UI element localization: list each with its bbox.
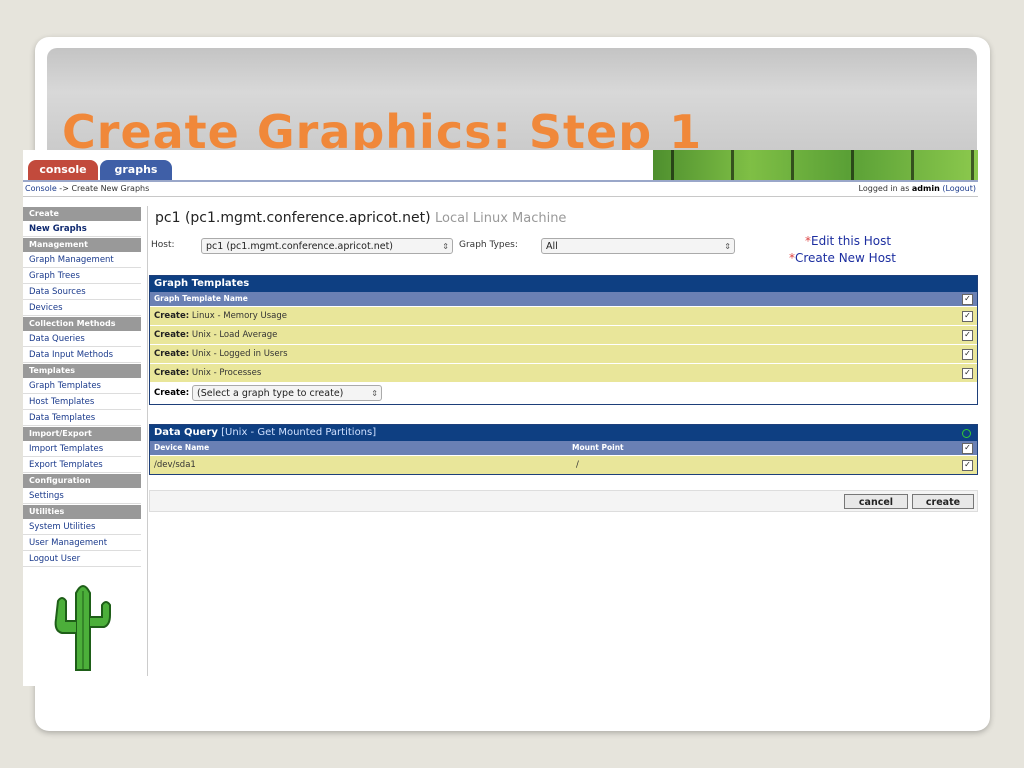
sidebar-section-header: Create [23, 207, 141, 221]
select-arrows-icon: ⇕ [442, 242, 449, 251]
breadcrumb-current: -> Create New Graphs [56, 184, 150, 193]
host-heading: pc1 (pc1.mgmt.conference.apricot.net) Lo… [155, 210, 566, 226]
graph-types-value: All [546, 241, 558, 252]
create-prefix: Create: [154, 311, 190, 321]
sidebar-item[interactable]: Settings [23, 489, 141, 504]
sidebar-item[interactable]: Export Templates [23, 458, 141, 473]
graph-template-name: Linux - Memory Usage [189, 311, 288, 321]
logout-link[interactable]: (Logout) [942, 184, 976, 193]
create-prefix: Create: [154, 368, 190, 378]
data-query-rows: /dev/sda1 / ✓ [150, 455, 977, 474]
cacti-screenshot: console graphs Console -> Create New Gra… [23, 150, 978, 686]
graph-template-row[interactable]: Create: Unix - Logged in Users ✓ [150, 344, 977, 363]
login-status: Logged in as admin (Logout) [859, 182, 976, 196]
sidebar-divider [147, 206, 148, 676]
tab-console[interactable]: console [28, 160, 98, 180]
host-links: *Edit this Host *Create New Host [789, 233, 896, 267]
breadcrumb: Console -> Create New Graphs [25, 182, 149, 196]
select-arrows-icon: ⇕ [724, 242, 731, 251]
device-column-header: Device Name [154, 443, 210, 452]
host-name: pc1 (pc1.mgmt.conference.apricot.net) [155, 210, 431, 226]
graph-template-name: Unix - Load Average [189, 330, 278, 340]
data-query-panel: Data Query [Unix - Get Mounted Partition… [149, 424, 978, 475]
sidebar-item[interactable]: User Management [23, 536, 141, 551]
sidebar-item[interactable]: Data Templates [23, 411, 141, 426]
graph-template-row[interactable]: Create: Unix - Load Average ✓ [150, 325, 977, 344]
graph-types-select[interactable]: All ⇕ [541, 238, 735, 254]
sidebar-item[interactable]: Data Input Methods [23, 348, 141, 363]
sidebar-item[interactable]: Logout User [23, 552, 141, 567]
select-all-checkbox[interactable]: ✓ [962, 294, 973, 305]
create-label: Create: [154, 388, 190, 398]
slide-title: Create Graphics: Step 1 [62, 105, 703, 152]
create-host-link[interactable]: Create New Host [795, 251, 896, 265]
host-select[interactable]: pc1 (pc1.mgmt.conference.apricot.net) ⇕ [201, 238, 453, 254]
sidebar-item[interactable]: Data Sources [23, 285, 141, 300]
data-query-title: Data Query [154, 427, 218, 438]
row-checkbox[interactable]: ✓ [962, 330, 973, 341]
sidebar-section-header: Templates [23, 364, 141, 378]
sidebar-item[interactable]: Host Templates [23, 395, 141, 410]
navigation-bar: Console -> Create New Graphs Logged in a… [23, 180, 978, 197]
graph-type-select-value: (Select a graph type to create) [197, 388, 344, 399]
host-label: Host: [151, 240, 175, 250]
sidebar-section-header: Collection Methods [23, 317, 141, 331]
sidebar-item[interactable]: Graph Templates [23, 379, 141, 394]
row-checkbox[interactable]: ✓ [962, 349, 973, 360]
sidebar-section-header: Configuration [23, 474, 141, 488]
edit-host-link[interactable]: Edit this Host [811, 234, 891, 248]
row-checkbox[interactable]: ✓ [962, 460, 973, 471]
row-checkbox[interactable]: ✓ [962, 311, 973, 322]
sidebar-item[interactable]: Graph Trees [23, 269, 141, 284]
graph-types-label: Graph Types: [459, 240, 518, 250]
sidebar-section-header: Utilities [23, 505, 141, 519]
cacti-header: console graphs [23, 150, 978, 180]
cactus-logo-icon [54, 585, 111, 671]
action-bar: cancel create [149, 490, 978, 512]
graph-template-rows: Create: Linux - Memory Usage ✓ Create: Uni… [150, 306, 977, 382]
host-description: Local Linux Machine [435, 211, 567, 226]
create-button[interactable]: create [912, 494, 974, 509]
sidebar-item[interactable]: Import Templates [23, 442, 141, 457]
sidebar-item[interactable]: New Graphs [23, 222, 141, 237]
graph-templates-title: Graph Templates [150, 276, 977, 292]
create-prefix: Create: [154, 330, 190, 340]
sidebar-item[interactable]: Graph Management [23, 253, 141, 268]
graph-templates-panel: Graph Templates Graph Template Name ✓ Cre… [149, 275, 978, 405]
cancel-button[interactable]: cancel [844, 494, 908, 509]
sidebar-item[interactable]: Devices [23, 301, 141, 316]
sidebar-section-header: Import/Export [23, 427, 141, 441]
host-select-value: pc1 (pc1.mgmt.conference.apricot.net) [206, 241, 393, 252]
cactus-banner-image [653, 150, 978, 180]
graph-template-name: Unix - Logged in Users [189, 349, 288, 359]
create-prefix: Create: [154, 349, 190, 359]
status-dot-icon [962, 429, 971, 438]
sidebar-item[interactable]: System Utilities [23, 520, 141, 535]
mount-column-header: Mount Point [572, 443, 624, 452]
select-arrows-icon: ⇕ [371, 389, 378, 398]
data-query-row[interactable]: /dev/sda1 / ✓ [150, 455, 977, 474]
data-query-header: Data Query [Unix - Get Mounted Partition… [150, 425, 977, 441]
graph-template-column-header: Graph Template Name ✓ [150, 292, 977, 306]
sidebar-section-header: Management [23, 238, 141, 252]
sidebar-item[interactable]: Data Queries [23, 332, 141, 347]
breadcrumb-console-link[interactable]: Console [25, 184, 57, 193]
graph-template-name: Unix - Processes [189, 368, 262, 378]
graph-type-select[interactable]: (Select a graph type to create) ⇕ [192, 385, 382, 401]
create-graph-row: Create: (Select a graph type to create) ⇕ [150, 382, 977, 404]
graph-template-row[interactable]: Create: Linux - Memory Usage ✓ [150, 306, 977, 325]
data-query-subtitle: [Unix - Get Mounted Partitions] [217, 427, 377, 438]
tab-graphs[interactable]: graphs [100, 160, 172, 180]
mount-point-cell: / [576, 460, 579, 470]
column-header-label: Graph Template Name [154, 294, 248, 303]
data-query-column-header: Device Name Mount Point ✓ [150, 441, 977, 455]
device-name-cell: /dev/sda1 [154, 460, 196, 470]
row-checkbox[interactable]: ✓ [962, 368, 973, 379]
login-user: admin [911, 184, 940, 193]
select-all-checkbox[interactable]: ✓ [962, 443, 973, 454]
graph-template-row[interactable]: Create: Unix - Processes ✓ [150, 363, 977, 382]
login-prefix: Logged in as [858, 184, 912, 193]
